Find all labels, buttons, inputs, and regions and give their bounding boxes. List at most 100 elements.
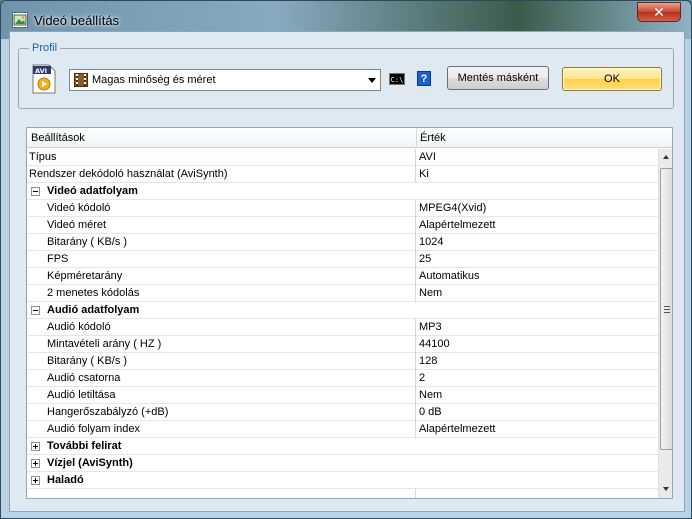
grip-icon xyxy=(664,306,670,313)
setting-value[interactable]: Nem xyxy=(419,287,442,299)
chevron-down-icon[interactable] xyxy=(368,78,376,83)
film-icon xyxy=(74,73,88,87)
category-row[interactable]: További felirat xyxy=(27,438,658,455)
category-label: Vízjel (AviSynth) xyxy=(47,457,133,469)
scroll-down-icon[interactable] xyxy=(659,481,672,498)
category-label: Videó adatfolyam xyxy=(47,185,138,197)
category-row[interactable]: Videó adatfolyam xyxy=(27,183,658,200)
setting-value[interactable]: Nem xyxy=(419,389,442,401)
setting-name: Audió kódoló xyxy=(47,321,111,333)
grid-header: Beállítások Érték xyxy=(27,128,672,148)
setting-name: Audió folyam index xyxy=(47,423,140,435)
setting-value[interactable]: MP3 xyxy=(419,321,442,333)
cell-divider xyxy=(415,200,416,217)
svg-text:AVI: AVI xyxy=(35,67,47,75)
setting-value[interactable]: 25 xyxy=(419,253,431,265)
table-row[interactable]: Audió folyam index Alapértelmezett xyxy=(27,421,658,438)
setting-value[interactable]: AVI xyxy=(419,151,436,163)
setting-value[interactable]: Automatikus xyxy=(419,270,480,282)
column-header-settings[interactable]: Beállítások xyxy=(31,132,85,144)
ok-button[interactable]: OK xyxy=(562,67,662,91)
setting-name: Audió csatorna xyxy=(47,372,121,384)
cell-divider xyxy=(415,268,416,285)
cell-divider xyxy=(415,404,416,421)
cell-divider xyxy=(415,319,416,336)
setting-name: Képméretarány xyxy=(47,270,123,282)
setting-name: Videó méret xyxy=(47,219,107,231)
table-row[interactable]: FPS 25 xyxy=(27,251,658,268)
scroll-thumb[interactable] xyxy=(660,168,672,450)
cell-divider xyxy=(415,285,416,302)
command-line-icon[interactable]: C:\ xyxy=(389,73,405,85)
vertical-scrollbar[interactable] xyxy=(658,149,672,498)
cell-divider xyxy=(415,421,416,438)
table-row[interactable]: Rendszer dekódoló használat (AviSynth) Ki xyxy=(27,166,658,183)
setting-name: Mintavételi arány ( HZ ) xyxy=(47,338,162,350)
table-row[interactable]: Típus AVI xyxy=(27,149,658,166)
table-row[interactable]: Mintavételi arány ( HZ ) 44100 xyxy=(27,336,658,353)
empty-row xyxy=(27,489,658,498)
category-row[interactable]: Audió adatfolyam xyxy=(27,302,658,319)
profile-legend: Profil xyxy=(29,42,61,54)
category-row[interactable]: Vízjel (AviSynth) xyxy=(27,455,658,472)
settings-property-grid: Beállítások Érték Típus AVI Rendszer dekód… xyxy=(26,127,673,499)
category-label: Haladó xyxy=(47,474,84,486)
window-title: Videó beállítás xyxy=(34,13,120,28)
cell-divider xyxy=(415,166,416,183)
collapse-icon[interactable] xyxy=(31,306,40,315)
setting-name: 2 menetes kódolás xyxy=(47,287,140,299)
column-divider[interactable] xyxy=(416,128,417,148)
setting-value[interactable]: MPEG4(Xvid) xyxy=(419,202,486,214)
setting-name: Hangerőszabályzó (+dB) xyxy=(47,406,169,418)
table-row[interactable]: Hangerőszabályzó (+dB) 0 dB xyxy=(27,404,658,421)
column-header-value[interactable]: Érték xyxy=(420,132,446,144)
table-row[interactable]: Bitarány ( KB/s ) 128 xyxy=(27,353,658,370)
setting-name: Rendszer dekódoló használat (AviSynth) xyxy=(29,168,228,180)
cell-divider xyxy=(415,217,416,234)
setting-value[interactable]: 128 xyxy=(419,355,437,367)
setting-value[interactable]: Ki xyxy=(419,168,429,180)
setting-value[interactable]: Alapértelmezett xyxy=(419,423,495,435)
category-label: Audió adatfolyam xyxy=(47,304,140,316)
table-row[interactable]: 2 menetes kódolás Nem xyxy=(27,285,658,302)
cell-divider xyxy=(415,234,416,251)
expand-icon[interactable] xyxy=(31,476,40,485)
grid-rows: Típus AVI Rendszer dekódoló használat (Avi… xyxy=(27,149,658,498)
help-icon[interactable]: ? xyxy=(417,71,431,86)
cell-divider xyxy=(415,336,416,353)
save-as-button[interactable]: Mentés másként xyxy=(447,66,549,90)
cell-divider xyxy=(415,489,416,498)
close-icon: ✕ xyxy=(653,4,665,20)
profile-dropdown[interactable]: Magas minőség és méret xyxy=(69,69,381,91)
table-row[interactable]: Videó méret Alapértelmezett xyxy=(27,217,658,234)
setting-name: Bitarány ( KB/s ) xyxy=(47,236,128,248)
expand-icon[interactable] xyxy=(31,442,40,451)
scroll-up-icon[interactable] xyxy=(659,149,672,166)
collapse-icon[interactable] xyxy=(31,187,40,196)
setting-value[interactable]: 2 xyxy=(419,372,425,384)
expand-icon[interactable] xyxy=(31,459,40,468)
setting-name: Típus xyxy=(29,151,57,163)
setting-name: FPS xyxy=(47,253,69,265)
profile-dropdown-value: Magas minőség és méret xyxy=(92,74,216,86)
table-row[interactable]: Audió kódoló MP3 xyxy=(27,319,658,336)
table-row[interactable]: Audió csatorna 2 xyxy=(27,370,658,387)
setting-value[interactable]: 1024 xyxy=(419,236,443,248)
close-button[interactable]: ✕ xyxy=(637,2,681,22)
setting-name: Videó kódoló xyxy=(47,202,111,214)
cell-divider xyxy=(415,387,416,404)
setting-value[interactable]: 44100 xyxy=(419,338,450,350)
app-icon xyxy=(12,12,28,28)
setting-value[interactable]: 0 dB xyxy=(419,406,442,418)
category-label: További felirat xyxy=(47,440,122,452)
table-row[interactable]: Audió letiltása Nem xyxy=(27,387,658,404)
table-row[interactable]: Videó kódoló MPEG4(Xvid) xyxy=(27,200,658,217)
category-row[interactable]: Haladó xyxy=(27,472,658,489)
dialog-window: Videó beállítás ✕ Profil AVI Magas minős… xyxy=(0,0,692,519)
cell-divider xyxy=(415,370,416,387)
table-row[interactable]: Bitarány ( KB/s ) 1024 xyxy=(27,234,658,251)
setting-value[interactable]: Alapértelmezett xyxy=(419,219,495,231)
cell-divider xyxy=(415,251,416,268)
table-row[interactable]: Képméretarány Automatikus xyxy=(27,268,658,285)
setting-name: Audió letiltása xyxy=(47,389,116,401)
